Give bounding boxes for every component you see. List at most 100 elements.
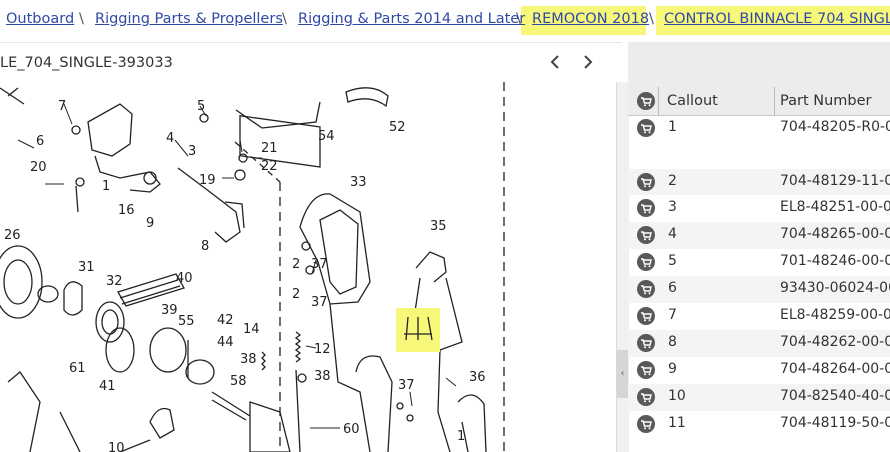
- callout-label[interactable]: 38: [314, 369, 331, 384]
- add-to-cart-icon[interactable]: [637, 415, 655, 433]
- column-header-part-number[interactable]: Part Number: [780, 87, 871, 115]
- breadcrumb-outboard[interactable]: Outboard: [6, 11, 74, 27]
- table-row[interactable]: 10 704-82540-40-0: [628, 384, 890, 411]
- callout-label[interactable]: 33: [350, 175, 367, 190]
- parts-diagram[interactable]: 7 5 6 4 3 20 1 16 19 9 8 21 22 54 52 33 …: [0, 82, 616, 452]
- callout-label[interactable]: 38: [240, 352, 257, 367]
- part-number-cell[interactable]: EL8-48251-00-0: [780, 199, 890, 215]
- callout-label[interactable]: 58: [230, 374, 247, 389]
- callout-label[interactable]: 14: [243, 322, 260, 337]
- callout-label[interactable]: 6: [36, 134, 44, 149]
- part-number-cell[interactable]: 704-48205-R0-0: [780, 119, 890, 135]
- column-divider: [774, 87, 775, 115]
- callout-cell: 2: [668, 173, 677, 189]
- callout-label[interactable]: 44: [217, 335, 234, 350]
- callout-label[interactable]: 35: [430, 219, 447, 234]
- table-row[interactable]: 3 EL8-48251-00-0: [628, 195, 890, 222]
- cart-icon[interactable]: [637, 92, 655, 110]
- add-to-cart-icon[interactable]: [637, 119, 655, 137]
- callout-label[interactable]: 26: [4, 228, 21, 243]
- column-divider: [658, 87, 659, 115]
- add-to-cart-icon[interactable]: [637, 173, 655, 191]
- breadcrumb-separator: \: [649, 11, 654, 27]
- callout-label[interactable]: 10: [108, 441, 125, 452]
- column-header-callout[interactable]: Callout: [667, 87, 718, 115]
- breadcrumb-separator: \: [79, 11, 84, 27]
- callout-label[interactable]: 41: [99, 379, 116, 394]
- add-to-cart-icon[interactable]: [637, 388, 655, 406]
- callout-label[interactable]: 61: [69, 361, 86, 376]
- breadcrumb-rigging-parts[interactable]: Rigging Parts & Propellers: [95, 11, 283, 27]
- exploded-view-drawing: 7 5 6 4 3 20 1 16 19 9 8 21 22 54 52 33 …: [0, 82, 505, 452]
- table-row[interactable]: 7 EL8-48259-00-0: [628, 303, 890, 330]
- collapse-panel-button[interactable]: ‹: [617, 350, 628, 398]
- callout-label[interactable]: 19: [199, 173, 216, 188]
- table-row[interactable]: 8 704-48262-00-0: [628, 330, 890, 357]
- callout-label[interactable]: 42: [217, 313, 234, 328]
- part-number-cell[interactable]: 701-48246-00-0: [780, 253, 890, 269]
- add-to-cart-icon[interactable]: [637, 199, 655, 217]
- part-number-cell[interactable]: 93430-06024-00: [780, 280, 890, 296]
- callout-label[interactable]: 4: [166, 131, 174, 146]
- callout-cell: 5: [668, 253, 677, 269]
- breadcrumb-remocon[interactable]: REMOCON 2018: [532, 11, 649, 27]
- callout-label[interactable]: 52: [389, 120, 406, 135]
- diagram-header: LE_704_SINGLE-393033: [0, 42, 622, 83]
- callout-label[interactable]: 9: [146, 216, 154, 231]
- callout-label[interactable]: 8: [201, 239, 209, 254]
- callout-label[interactable]: 7: [58, 99, 66, 114]
- add-to-cart-icon[interactable]: [637, 361, 655, 379]
- add-to-cart-icon[interactable]: [637, 334, 655, 352]
- table-row[interactable]: 9 704-48264-00-0: [628, 357, 890, 384]
- previous-diagram-button[interactable]: [545, 51, 567, 73]
- callout-label[interactable]: 5: [197, 99, 205, 114]
- callout-label[interactable]: 39: [161, 303, 178, 318]
- callout-label[interactable]: 37: [311, 257, 328, 272]
- callout-label[interactable]: 2: [292, 257, 300, 272]
- callout-label[interactable]: 32: [106, 274, 123, 289]
- callout-label[interactable]: 54: [318, 129, 335, 144]
- callout-label[interactable]: 3: [188, 144, 196, 159]
- callout-label[interactable]: 12: [314, 342, 331, 357]
- part-number-cell[interactable]: 704-82540-40-0: [780, 388, 890, 404]
- callout-label[interactable]: 40: [176, 271, 193, 286]
- callout-cell: 8: [668, 334, 677, 350]
- part-number-cell[interactable]: 704-48119-50-0: [780, 415, 890, 431]
- part-number-cell[interactable]: EL8-48259-00-0: [780, 307, 890, 323]
- callout-label[interactable]: 21: [261, 141, 278, 156]
- table-row[interactable]: 4 704-48265-00-0: [628, 222, 890, 249]
- breadcrumb: Outboard \ Rigging Parts & Propellers \ …: [0, 0, 890, 42]
- callout-label[interactable]: 20: [30, 160, 47, 175]
- callout-label[interactable]: 37: [398, 378, 415, 393]
- breadcrumb-separator: \: [516, 11, 521, 27]
- callout-label[interactable]: 22: [261, 159, 278, 174]
- table-row[interactable]: 5 701-48246-00-0: [628, 249, 890, 276]
- part-number-cell[interactable]: 704-48129-11-0: [780, 173, 890, 189]
- table-row[interactable]: 2 704-48129-11-0: [628, 169, 890, 195]
- callout-label[interactable]: 2: [292, 287, 300, 302]
- add-to-cart-icon[interactable]: [637, 280, 655, 298]
- callout-label[interactable]: 1: [102, 179, 110, 194]
- part-number-cell[interactable]: 704-48265-00-0: [780, 226, 890, 242]
- add-to-cart-icon[interactable]: [637, 307, 655, 325]
- callout-label[interactable]: 55: [178, 314, 195, 329]
- table-row[interactable]: 6 93430-06024-00: [628, 276, 890, 303]
- callout-cell: 6: [668, 280, 677, 296]
- part-number-cell[interactable]: 704-48264-00-0: [780, 361, 890, 377]
- parts-table: Callout Part Number 1 704-48205-R0-0 2 704-…: [628, 87, 890, 452]
- next-diagram-button[interactable]: [577, 51, 599, 73]
- add-to-cart-icon[interactable]: [637, 226, 655, 244]
- callout-cell: 4: [668, 226, 677, 242]
- breadcrumb-rigging-2014[interactable]: Rigging & Parts 2014 and Later: [298, 11, 525, 27]
- table-row[interactable]: 1 704-48205-R0-0: [628, 115, 890, 169]
- callout-label[interactable]: 60: [343, 422, 360, 437]
- breadcrumb-control-binnacle[interactable]: CONTROL BINNACLE 704 SINGLE: [664, 11, 890, 27]
- callout-label[interactable]: 1: [457, 429, 465, 444]
- part-number-cell[interactable]: 704-48262-00-0: [780, 334, 890, 350]
- callout-label[interactable]: 37: [311, 295, 328, 310]
- add-to-cart-icon[interactable]: [637, 253, 655, 271]
- callout-label[interactable]: 31: [78, 260, 95, 275]
- callout-label[interactable]: 36: [469, 370, 486, 385]
- table-row[interactable]: 11 704-48119-50-0: [628, 411, 890, 438]
- callout-label[interactable]: 16: [118, 203, 135, 218]
